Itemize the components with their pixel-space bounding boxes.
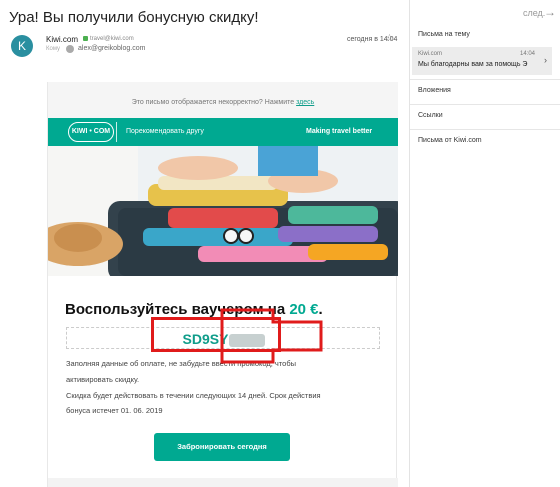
letters-from-link[interactable]: Письма от Kiwi.com [418, 137, 482, 144]
arrow-right-icon[interactable]: → [544, 5, 556, 19]
attachments-link[interactable]: Вложения [418, 87, 451, 94]
next-email-link[interactable]: след. [523, 8, 545, 18]
links-link[interactable]: Ссылки [418, 112, 443, 119]
sidebar-divider [409, 0, 410, 487]
verified-lock-icon [83, 36, 88, 41]
book-today-button[interactable]: Забронировать сегодня [154, 433, 290, 461]
instruction-line-2: активировать скидку. [66, 375, 140, 384]
kiwi-logo[interactable]: KIWI • COM [68, 122, 114, 142]
thread-item-time: 14:04 [520, 51, 536, 57]
chevron-right-icon: › [544, 55, 547, 65]
thread-item[interactable]: Kiwi.com 14:04 Мы благодарны вам за помо… [412, 47, 552, 75]
voucher-heading: Воспользуйтесь ваучером на 20 €. [65, 301, 323, 318]
sender-name[interactable]: Kiwi.com [46, 35, 78, 44]
sender-avatar: K [11, 35, 33, 57]
sidebar-separator [410, 79, 560, 80]
to-label: Кому [46, 46, 61, 52]
newsletter-card: Это письмо отображается некорректно? Наж… [47, 82, 398, 487]
sidebar-separator [410, 129, 560, 130]
view-in-browser-link[interactable]: здесь [296, 99, 314, 106]
recipient-avatar [66, 45, 74, 53]
thread-item-from: Kiwi.com [418, 51, 443, 57]
thread-item-snippet: Мы благодарны вам за помощь Э [418, 61, 528, 68]
email-subject: Ура! Вы получили бонусную скидку! [9, 9, 259, 26]
voucher-amount: 20 € [289, 301, 319, 318]
hero-suitcase-image [48, 146, 398, 276]
instruction-line-1: Заполняя данные об оплате, не забудьте в… [66, 359, 297, 368]
newsletter-footer-band [48, 478, 398, 487]
validity-line-1: Скидка будет действовать в течении следу… [66, 391, 321, 400]
recipient-email[interactable]: alex@greikoblog.com [78, 45, 145, 52]
tagline: Making travel better [306, 128, 373, 135]
recommend-friend-link[interactable]: Порекомендовать другу [126, 128, 204, 135]
star-icon[interactable]: ☆ [385, 33, 394, 44]
email-viewer: Ура! Вы получили бонусную скидку! след. … [0, 0, 560, 487]
display-issue-notice: Это письмо отображается некорректно? Наж… [131, 99, 315, 106]
brand-bar-divider [116, 122, 117, 142]
brand-bar: KIWI • COM Порекомендовать другу Making … [48, 118, 398, 146]
sender-email: travel@kiwi.com [83, 36, 134, 42]
sidebar-separator [410, 104, 560, 105]
thread-section-title[interactable]: Письма на тему [418, 31, 470, 38]
validity-line-2: бонуса истечет 01. 06. 2019 [66, 406, 163, 415]
highlight-rectangle [151, 317, 281, 352]
